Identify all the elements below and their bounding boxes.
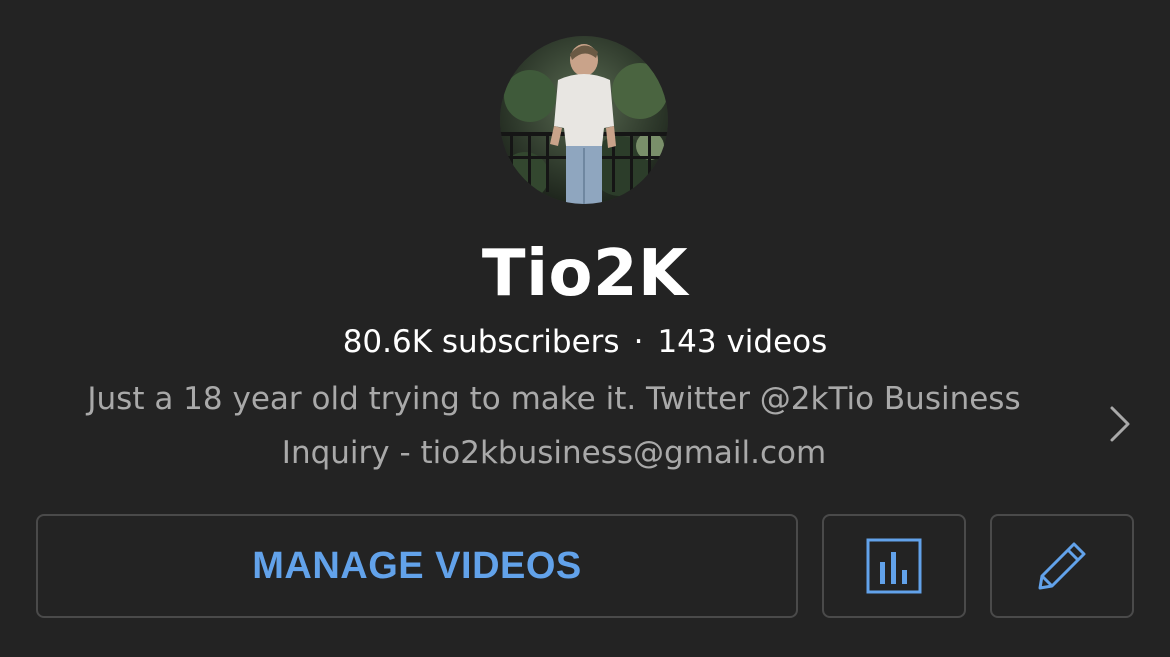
stats-separator: · (633, 324, 644, 360)
avatar-photo (500, 36, 668, 204)
subscriber-count: 80.6K subscribers (342, 324, 620, 360)
chevron-right-icon[interactable] (1104, 404, 1134, 444)
analytics-button[interactable] (822, 514, 966, 618)
video-count: 143 videos (657, 324, 828, 360)
channel-description[interactable]: Just a 18 year old trying to make it. Tw… (40, 372, 1068, 480)
edit-button[interactable] (990, 514, 1134, 618)
bar-chart-icon (866, 538, 922, 594)
pencil-icon (1038, 542, 1086, 590)
manage-videos-button[interactable]: MANAGE VIDEOS (36, 514, 798, 618)
manage-videos-label: MANAGE VIDEOS (252, 544, 582, 587)
channel-name: Tio2K (481, 237, 689, 311)
channel-avatar[interactable] (500, 36, 668, 204)
channel-stats: 80.6K subscribers · 143 videos (0, 320, 1170, 364)
